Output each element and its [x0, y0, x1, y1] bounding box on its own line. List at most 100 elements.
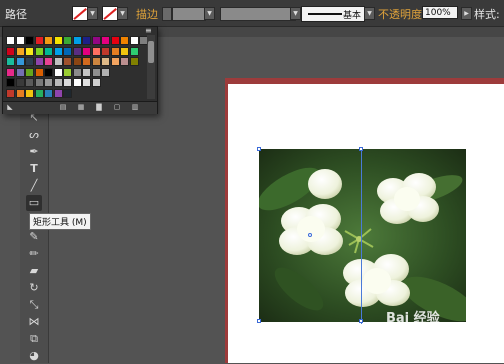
variable-width-profile[interactable] — [220, 7, 296, 21]
eraser-tool-icon[interactable]: ▰ — [26, 263, 42, 279]
color-swatch[interactable] — [63, 36, 72, 45]
brush-definition[interactable]: 基本 — [301, 6, 365, 22]
new-color-group-icon[interactable]: ▇ — [94, 103, 104, 112]
color-swatch[interactable] — [72, 67, 82, 77]
color-swatch[interactable] — [53, 36, 63, 45]
color-swatch[interactable] — [44, 36, 53, 45]
opacity-input[interactable]: 100% — [422, 6, 458, 19]
line-tool-icon[interactable]: ╱ — [26, 178, 42, 194]
color-swatch[interactable] — [101, 36, 110, 45]
color-swatch[interactable] — [63, 88, 72, 98]
color-swatch[interactable] — [34, 67, 44, 77]
stroke-label[interactable]: 描边 — [136, 6, 158, 22]
color-swatch[interactable] — [15, 57, 25, 66]
width-tool-icon[interactable]: ⋈ — [26, 314, 42, 330]
color-swatch[interactable] — [25, 67, 34, 77]
swatch-options-icon[interactable]: ▦ — [76, 103, 86, 112]
stroke-dropdown-arrow[interactable]: ▼ — [117, 7, 128, 20]
fill-dropdown-arrow[interactable]: ▼ — [87, 7, 98, 20]
color-swatch[interactable] — [6, 78, 15, 87]
color-swatch[interactable] — [63, 46, 72, 56]
color-swatch[interactable] — [15, 88, 25, 98]
color-swatch[interactable] — [72, 57, 82, 66]
stroke-weight-input[interactable] — [172, 7, 206, 21]
color-swatch[interactable] — [25, 57, 34, 66]
color-swatch[interactable] — [34, 46, 44, 56]
stroke-weight-stepper[interactable] — [162, 7, 172, 21]
color-swatch[interactable] — [101, 46, 110, 56]
color-swatch[interactable] — [110, 36, 120, 45]
color-swatch[interactable] — [82, 78, 91, 87]
free-transform-tool-icon[interactable]: ⧉ — [26, 331, 42, 347]
color-swatch[interactable] — [63, 78, 72, 87]
brush-dropdown[interactable]: ▼ — [364, 7, 375, 20]
color-swatch[interactable] — [6, 46, 15, 56]
paintbrush-tool-icon[interactable]: ✎ — [26, 229, 42, 245]
rotate-tool-icon[interactable]: ↻ — [26, 280, 42, 296]
color-swatch[interactable] — [15, 67, 25, 77]
color-swatch[interactable] — [82, 67, 91, 77]
color-swatch[interactable] — [63, 57, 72, 66]
color-swatch[interactable] — [44, 57, 53, 66]
color-swatch[interactable] — [120, 36, 129, 45]
scale-tool-icon[interactable]: ⤡ — [26, 297, 42, 313]
delete-swatch-icon[interactable]: ▥ — [130, 103, 140, 112]
color-swatch[interactable] — [129, 57, 139, 66]
rectangle-tool-icon[interactable]: ▭ — [26, 195, 42, 211]
stroke-weight-dropdown[interactable]: ▼ — [204, 7, 215, 20]
color-swatch[interactable] — [34, 36, 44, 45]
scrollbar-thumb[interactable] — [148, 41, 154, 63]
show-swatch-kinds-icon[interactable]: ▤ — [58, 103, 68, 112]
color-swatch[interactable] — [34, 88, 44, 98]
new-swatch-icon[interactable]: ▢ — [112, 103, 122, 112]
color-swatch[interactable] — [53, 57, 63, 66]
color-swatch[interactable] — [129, 46, 139, 56]
panel-menu-icon[interactable]: ≡ — [145, 26, 152, 35]
color-swatch[interactable] — [110, 46, 120, 56]
color-swatch[interactable] — [44, 88, 53, 98]
stroke-swatch-button[interactable] — [102, 6, 118, 21]
selection-handle-top-center[interactable] — [359, 147, 363, 151]
pencil-tool-icon[interactable]: ✏ — [26, 246, 42, 262]
color-swatch[interactable] — [63, 67, 72, 77]
shape-builder-tool-icon[interactable]: ◕ — [26, 348, 42, 364]
color-swatch[interactable] — [6, 88, 15, 98]
color-swatch[interactable] — [25, 88, 34, 98]
color-swatch[interactable] — [91, 78, 101, 87]
color-swatch[interactable] — [120, 57, 129, 66]
color-swatch[interactable] — [72, 78, 82, 87]
color-swatch[interactable] — [91, 36, 101, 45]
swatch-scrollbar[interactable] — [147, 35, 155, 99]
color-swatch[interactable] — [120, 46, 129, 56]
color-swatch[interactable] — [101, 57, 110, 66]
color-swatch[interactable] — [44, 67, 53, 77]
color-swatch[interactable] — [6, 36, 15, 45]
color-swatch[interactable] — [72, 46, 82, 56]
selection-handle-bottom-center[interactable] — [359, 319, 363, 323]
type-tool-icon[interactable]: T — [26, 161, 42, 177]
color-swatch[interactable] — [53, 88, 63, 98]
color-swatch[interactable] — [6, 67, 15, 77]
color-swatch[interactable] — [34, 57, 44, 66]
color-swatch[interactable] — [34, 78, 44, 87]
fill-swatch-button[interactable] — [72, 6, 88, 21]
color-swatch[interactable] — [91, 57, 101, 66]
profile-dropdown[interactable]: ▼ — [290, 7, 301, 20]
color-swatch[interactable] — [25, 78, 34, 87]
color-swatch[interactable] — [25, 36, 34, 45]
swatch-libraries-menu-icon[interactable]: ◣ — [5, 103, 15, 112]
color-swatch[interactable] — [53, 78, 63, 87]
color-swatch[interactable] — [82, 57, 91, 66]
color-swatch[interactable] — [72, 36, 82, 45]
selection-handle-top-left[interactable] — [257, 147, 261, 151]
color-swatch[interactable] — [82, 46, 91, 56]
opacity-dropdown[interactable]: ▶ — [461, 7, 472, 20]
color-swatch[interactable] — [6, 57, 15, 66]
pen-tool-icon[interactable]: ✒ — [26, 144, 42, 160]
color-swatch[interactable] — [15, 46, 25, 56]
color-swatch[interactable] — [91, 46, 101, 56]
opacity-label[interactable]: 不透明度 — [378, 6, 422, 22]
jasmine-flower-photo[interactable] — [259, 149, 466, 322]
color-swatch[interactable] — [129, 36, 139, 45]
color-swatch[interactable] — [44, 46, 53, 56]
